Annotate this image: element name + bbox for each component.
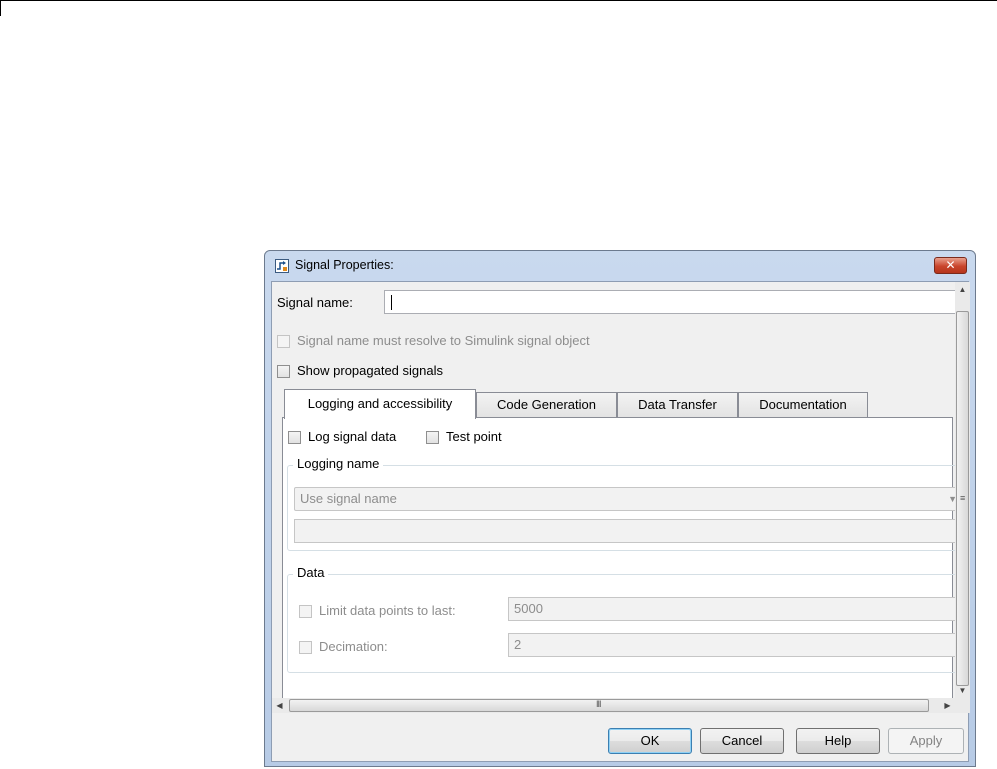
scroll-content: Signal name: Signal name must resolve to… <box>272 282 955 698</box>
decimation-checkbox[interactable] <box>299 641 312 654</box>
test-point-label: Test point <box>446 429 502 444</box>
test-point-checkbox[interactable] <box>426 431 439 444</box>
logging-name-group-title: Logging name <box>293 456 384 471</box>
scrollbar-corner <box>955 698 970 713</box>
tab-data-transfer[interactable]: Data Transfer <box>617 392 738 417</box>
scroll-right-icon[interactable]: ▶ <box>940 698 955 713</box>
logging-name-select-value: Use signal name <box>300 491 397 506</box>
decimation-input[interactable]: 2 <box>508 633 955 657</box>
data-group <box>287 574 955 673</box>
dialog-client-area: Signal name: Signal name must resolve to… <box>271 281 970 762</box>
tab-panel-logging: Log signal data Test point Logging name … <box>282 417 955 698</box>
limit-data-points-label: Limit data points to last: <box>319 603 456 618</box>
grip-icon: ≡ <box>960 493 966 503</box>
limit-data-points-value: 5000 <box>514 601 543 616</box>
data-group-title: Data <box>293 565 329 580</box>
limit-data-points-checkbox[interactable] <box>299 605 312 618</box>
horizontal-scroll-thumb[interactable]: III <box>289 699 929 712</box>
help-button[interactable]: Help <box>796 728 880 754</box>
limit-data-points-input[interactable]: 5000 <box>508 597 955 621</box>
tab-label: Documentation <box>759 397 847 412</box>
tab-documentation[interactable]: Documentation <box>738 392 868 417</box>
dialog-title: Signal Properties: <box>295 258 394 272</box>
show-propagated-signals-checkbox[interactable] <box>277 365 290 378</box>
log-signal-data-label: Log signal data <box>308 429 397 444</box>
decimation-label: Decimation: <box>319 639 388 654</box>
scroll-left-icon[interactable]: ◀ <box>272 698 287 713</box>
decimation-value: 2 <box>514 637 522 652</box>
title-bar[interactable]: Signal Properties: ✕ <box>265 251 975 281</box>
tab-label: Logging and accessibility <box>307 396 453 411</box>
grip-icon: III <box>596 699 601 709</box>
resolve-signal-object-label: Signal name must resolve to Simulink sig… <box>297 333 590 348</box>
signal-properties-dialog: Signal Properties: ✕ Signal name: Signal… <box>264 250 976 767</box>
show-propagated-signals-label: Show propagated signals <box>297 363 443 378</box>
scroll-down-icon[interactable]: ▼ <box>955 683 970 698</box>
tab-label: Data Transfer <box>638 397 717 412</box>
page-border-top <box>0 0 997 1</box>
apply-button[interactable]: Apply <box>888 728 964 754</box>
tab-logging-and-accessibility[interactable]: Logging and accessibility <box>284 389 476 419</box>
signal-name-label: Signal name: <box>277 295 353 310</box>
signal-name-input[interactable] <box>384 290 955 314</box>
vertical-scroll-thumb[interactable]: ≡ <box>956 311 969 686</box>
scroll-up-icon[interactable]: ▲ <box>955 282 970 297</box>
page-border-left <box>0 0 1 16</box>
logging-name-select[interactable]: Use signal name ▼ <box>294 487 955 511</box>
tab-code-generation[interactable]: Code Generation <box>476 392 617 417</box>
tab-label: Code Generation <box>496 397 596 412</box>
close-button[interactable]: ✕ <box>934 257 967 274</box>
vertical-scrollbar[interactable]: ▲ ≡ ▼ <box>955 282 970 698</box>
horizontal-scrollbar[interactable]: ◀ III ▶ <box>272 698 955 713</box>
ok-button[interactable]: OK <box>608 728 692 754</box>
resolve-signal-object-checkbox[interactable] <box>277 335 290 348</box>
close-icon: ✕ <box>945 258 956 272</box>
text-caret <box>391 295 392 310</box>
signal-properties-icon <box>275 259 289 273</box>
chevron-down-icon: ▼ <box>948 494 955 504</box>
logging-name-custom-input[interactable] <box>294 519 955 543</box>
cancel-button[interactable]: Cancel <box>700 728 784 754</box>
log-signal-data-checkbox[interactable] <box>288 431 301 444</box>
